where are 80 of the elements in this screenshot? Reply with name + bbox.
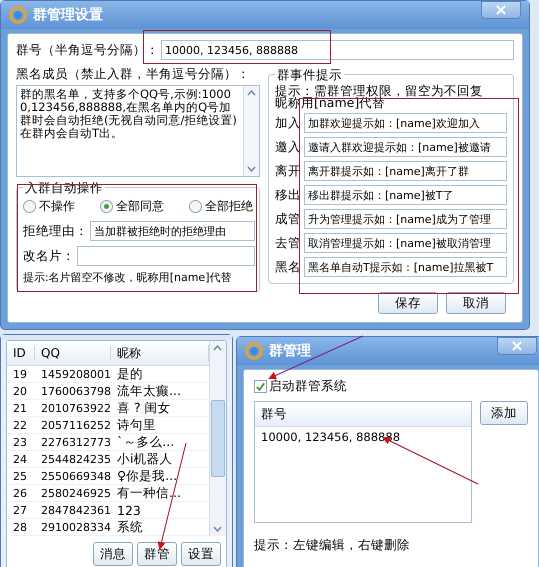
table-cell[interactable]: 10000, 123456, 888888 [255, 427, 471, 447]
card-label: 改名片： [23, 248, 75, 264]
dialog-button[interactable]: 取消 [446, 292, 506, 314]
add-button[interactable]: 添加 [480, 401, 528, 425]
table-cell-text: 2580246925 [40, 487, 111, 500]
table-cell-text: 19 [12, 368, 28, 381]
table-cell-text: 27 [12, 504, 28, 516]
radio-option[interactable]: 全部同意 [100, 198, 164, 215]
blacklist-field[interactable]: 群的黑名单，支持多个QQ号,示例:10000,123456,888888,在黑名单内的Q号加群时会自动拒绝(无视自动同意/拒绝设置)在群内会自动T出。 [16, 85, 260, 177]
list-button[interactable]: 消息 [93, 542, 133, 566]
event-message-field[interactable]: 移出群提示如：[name]被T了 [304, 185, 507, 205]
column-header[interactable]: ID [7, 346, 35, 360]
event-label: 加入 [275, 114, 301, 132]
radio-option[interactable]: 全部拒绝 [189, 198, 253, 215]
scroll-thumb[interactable] [211, 400, 225, 477]
card-field[interactable] [77, 246, 255, 266]
event-message-field[interactable]: 离开群提示如：[name]离开了群 [304, 161, 507, 181]
events-hint: 提示：需群管理权限，留空为不回复 [275, 85, 484, 97]
table-cell-text: 小i机器人 [116, 451, 174, 468]
table-cell-text: 2276312773 [40, 436, 111, 449]
table-cell-text: 2544824235 [40, 453, 111, 466]
table-cell-text: 21 [12, 402, 28, 415]
reject-reason-label: 拒绝理由： [23, 222, 88, 240]
table-cell-text: 2057116252 [40, 419, 111, 432]
table-cell-text: 23 [12, 436, 28, 449]
event-label: 黑名 [275, 258, 301, 276]
table-cell-text: 20 [12, 385, 28, 398]
table-cell-text: 28 [12, 521, 28, 534]
event-label: 成管 [275, 210, 301, 228]
event-label: 邀入 [275, 138, 301, 156]
app-logo-icon [9, 6, 27, 24]
group-number-field[interactable]: 10000, 123456, 888888 [161, 40, 514, 60]
close-icon [512, 341, 522, 351]
window-title: 群管理设置 [33, 6, 103, 24]
table-cell-text: 22 [12, 419, 28, 432]
column-header: 群号 [255, 402, 471, 427]
table-cell-text: 诗句里 [116, 417, 157, 434]
reject-reason-field[interactable]: 当加群被拒绝时的拒绝理由 [90, 221, 255, 241]
table-cell-text: 1459208001 [40, 368, 111, 381]
table-cell-text: 系统 [116, 519, 144, 536]
close-button[interactable] [481, 1, 521, 19]
table-cell-text: 有一种信... [116, 485, 182, 502]
event-label: 移出 [275, 186, 301, 204]
blacklist-label: 黑名成员（禁止入群，半角逗号分隔）： [16, 66, 251, 83]
hint-text: 提示：左键编辑，右键删除 [254, 537, 411, 554]
table-cell-text: 24 [12, 453, 28, 466]
table-cell-text: 25 [12, 470, 28, 483]
app-logo-icon [245, 342, 263, 360]
close-icon [496, 5, 506, 15]
list-button[interactable]: 群管 [137, 542, 177, 566]
table-cell-text: 流年太癫... [116, 383, 182, 400]
event-label: 离开 [275, 162, 301, 180]
list-button[interactable]: 设置 [181, 542, 221, 566]
event-message-field[interactable]: 加群欢迎提示如：[name]欢迎加入 [304, 113, 507, 133]
event-message-field[interactable]: 取消管理提示如：[name]被取消管理 [304, 233, 507, 253]
check-icon [255, 381, 266, 393]
event-label: 去管 [275, 234, 301, 252]
column-header[interactable]: QQ [35, 346, 111, 360]
table-cell-text: 1760063798 [40, 385, 111, 398]
table-cell-text: 2847842361 [40, 504, 111, 516]
table-cell-text: 2550669348 [40, 470, 111, 483]
table-cell-text: 2010763922 [40, 402, 111, 415]
table-cell-text: ˋ～多么... [116, 434, 176, 451]
window-title: 群管理 [269, 342, 311, 360]
table-cell-text: 26 [12, 487, 28, 500]
event-message-field[interactable]: 邀请入群欢迎提示如：[name]被邀请 [304, 137, 507, 157]
table-cell-text: ♀你是我... [116, 468, 178, 485]
event-message-field[interactable]: 黑名单自动T提示如：[name]拉黑被T [304, 257, 507, 277]
radio-option[interactable]: 不操作 [23, 198, 75, 215]
dialog-button[interactable]: 保存 [378, 292, 438, 314]
table-cell-text: 123 [116, 502, 142, 518]
enable-checkbox[interactable]: 启动群管系统 [254, 378, 528, 395]
table-cell-text: 2910028334 [40, 521, 111, 534]
table-cell-text: 喜 ? 闺女 [116, 400, 172, 417]
group-number-label: 群号（半角逗号分隔）： [16, 42, 159, 58]
card-hint: 提示:名片留空不修改，昵称用[name]代替 [23, 271, 232, 285]
event-message-field[interactable]: 升为管理提示如：[name]成为了管理 [304, 209, 507, 229]
events-title: 群事件提示 [275, 67, 344, 84]
close-button[interactable] [497, 337, 537, 355]
table-cell-text: 是的 [116, 366, 144, 383]
